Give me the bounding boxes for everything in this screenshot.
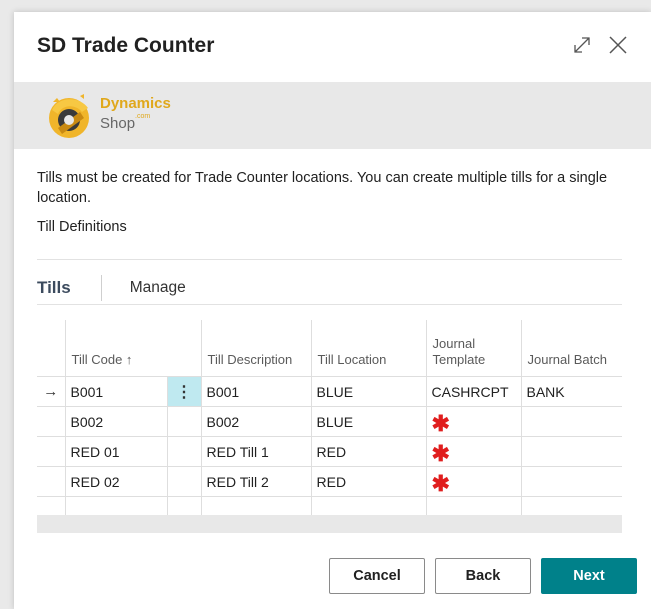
header-actions (571, 34, 629, 56)
cell-till-location[interactable]: BLUE (310, 376, 426, 407)
table-row[interactable]: → B001 ⋮ B001 BLUE CASHRCPT BANK (37, 376, 622, 407)
section-subheading: Till Definitions (37, 219, 127, 235)
wizard-buttons: Cancel Back Next (329, 558, 637, 594)
row-menu-cell[interactable] (166, 436, 201, 467)
wizard-dialog: SD Trade Counter Dynamics Shop.com Tills… (14, 12, 651, 609)
dialog-title: SD Trade Counter (37, 34, 215, 57)
divider (37, 304, 622, 305)
cell-till-location[interactable]: RED (310, 466, 426, 497)
cell-till-location[interactable]: BLUE (310, 406, 426, 437)
table-row[interactable]: RED 01 RED Till 1 RED ✱ (37, 436, 622, 467)
cell-journal-batch[interactable] (520, 436, 622, 467)
tills-grid: Till Code ↑ Till Description Till Locati… (37, 320, 622, 527)
part-tabs: Tills Manage (37, 270, 186, 306)
header-selector (37, 320, 65, 377)
brand-name: Dynamics (100, 95, 171, 112)
cell-journal-template[interactable]: ✱ (425, 406, 521, 437)
cell-journal-template[interactable]: ✱ (425, 466, 521, 497)
cell-journal-template[interactable]: ✱ (425, 436, 521, 467)
cell-till-code[interactable]: RED 01 (64, 436, 167, 467)
next-button[interactable]: Next (541, 558, 637, 594)
cancel-button[interactable]: Cancel (329, 558, 425, 594)
row-menu-cell[interactable] (166, 466, 201, 497)
cell-journal-batch[interactable] (520, 406, 622, 437)
table-row[interactable]: RED 02 RED Till 2 RED ✱ (37, 466, 622, 497)
close-icon[interactable] (607, 34, 629, 56)
header-row-menu (167, 320, 201, 377)
grid-horizontal-scrollbar[interactable] (37, 515, 622, 533)
row-selector[interactable] (37, 436, 65, 467)
cell-journal-template[interactable]: CASHRCPT (425, 376, 521, 407)
cell-till-description[interactable]: B002 (200, 406, 311, 437)
required-asterisk-icon: ✱ (431, 440, 450, 466)
cell-till-code[interactable]: RED 02 (64, 466, 167, 497)
cell-till-location[interactable]: RED (310, 436, 426, 467)
required-asterisk-icon: ✱ (431, 410, 450, 436)
cell-journal-batch[interactable]: BANK (520, 376, 622, 407)
column-header-till-description[interactable]: Till Description (200, 320, 311, 377)
table-row[interactable]: B002 B002 BLUE ✱ (37, 406, 622, 437)
required-asterisk-icon: ✱ (431, 470, 450, 496)
column-header-till-location[interactable]: Till Location (310, 320, 426, 377)
row-menu-cell[interactable] (166, 406, 201, 437)
cell-till-description[interactable]: B001 (200, 376, 311, 407)
cell-till-description[interactable]: RED Till 2 (200, 466, 311, 497)
row-selector-arrow-icon[interactable]: → (37, 376, 65, 407)
wizard-description: Tills must be created for Trade Counter … (37, 170, 608, 206)
column-header-journal-template[interactable]: Journal Template (425, 320, 521, 377)
tab-tills[interactable]: Tills (37, 278, 71, 298)
tab-separator (100, 275, 102, 301)
tab-manage[interactable]: Manage (130, 279, 186, 297)
expand-icon[interactable] (571, 34, 593, 56)
brand-banner: Dynamics Shop.com (14, 82, 651, 149)
cell-till-description[interactable]: RED Till 1 (200, 436, 311, 467)
table-header-row: Till Code ↑ Till Description Till Locati… (37, 320, 622, 377)
divider (37, 259, 622, 260)
back-button[interactable]: Back (435, 558, 531, 594)
cell-till-code[interactable]: B001 (64, 376, 167, 407)
column-header-journal-batch[interactable]: Journal Batch (520, 320, 622, 377)
tills-table: Till Code ↑ Till Description Till Locati… (37, 320, 622, 527)
column-header-till-code[interactable]: Till Code ↑ (64, 320, 167, 377)
row-selector[interactable] (37, 406, 65, 437)
brand-subname: Shop.com (100, 113, 151, 132)
cell-till-code[interactable]: B002 (64, 406, 167, 437)
row-selector[interactable] (37, 466, 65, 497)
cell-journal-batch[interactable] (520, 466, 622, 497)
row-menu-icon[interactable]: ⋮ (166, 376, 201, 407)
dynamics-shop-logo (44, 88, 96, 149)
